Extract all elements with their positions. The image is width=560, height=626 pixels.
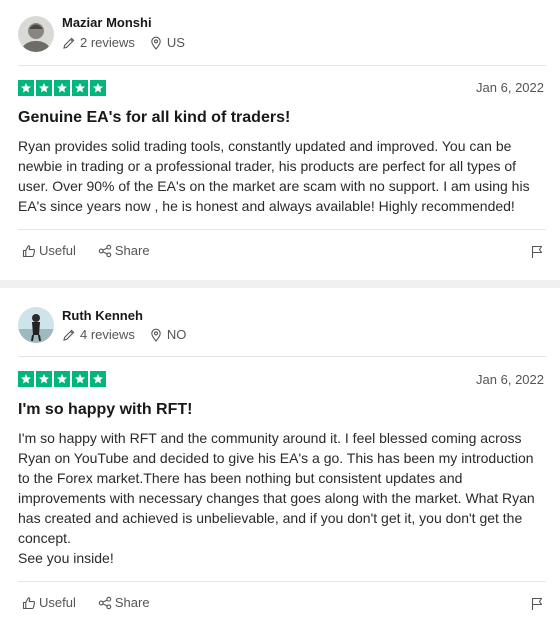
pencil-icon: [62, 328, 76, 342]
flag-icon[interactable]: [530, 597, 544, 611]
star-icon: [36, 371, 52, 387]
review-title[interactable]: I'm so happy with RFT!: [18, 401, 192, 419]
divider: [18, 229, 546, 230]
review-actions: Useful Share: [22, 595, 172, 610]
divider: [18, 356, 546, 357]
star-icon: [90, 80, 106, 96]
useful-label: Useful: [39, 595, 76, 610]
avatar[interactable]: [18, 307, 54, 343]
share-button[interactable]: Share: [98, 243, 150, 258]
review-body: I'm so happy with RFT and the community …: [18, 428, 548, 568]
star-icon: [72, 80, 88, 96]
star-icon: [54, 80, 70, 96]
review-count: 4 reviews: [80, 327, 135, 342]
star-rating: [18, 371, 106, 387]
divider: [18, 65, 546, 66]
review-actions: Useful Share: [22, 243, 172, 258]
pencil-icon: [62, 36, 76, 50]
star-icon: [90, 371, 106, 387]
location-pin-icon: [149, 328, 163, 342]
useful-button[interactable]: Useful: [22, 243, 76, 258]
review-date: Jan 6, 2022: [476, 80, 544, 95]
review-paragraph: Ryan provides solid trading tools, const…: [18, 138, 530, 214]
location-pin-icon: [149, 36, 163, 50]
country-code: NO: [166, 327, 187, 342]
review-separator: [0, 280, 560, 288]
flag-icon[interactable]: [530, 245, 544, 259]
avatar[interactable]: [18, 16, 54, 52]
star-icon: [18, 371, 34, 387]
review-paragraph: See you inside!: [18, 550, 114, 566]
review-card: Maziar Monshi 2 reviews US Jan 6, 2022 G…: [0, 0, 560, 280]
divider: [18, 581, 546, 582]
share-label: Share: [114, 243, 150, 258]
review-title[interactable]: Genuine EA's for all kind of traders!: [18, 109, 290, 127]
share-label: Share: [114, 595, 150, 610]
review-paragraph: I'm so happy with RFT and the community …: [18, 430, 535, 546]
country-code: US: [166, 35, 185, 50]
review-body: Ryan provides solid trading tools, const…: [18, 136, 548, 216]
reviewer-name[interactable]: Ruth Kenneh: [62, 308, 143, 323]
reviewer-meta: 4 reviews NO: [62, 327, 186, 342]
share-icon: [98, 244, 112, 257]
share-icon: [98, 596, 112, 609]
thumbs-up-icon: [22, 596, 36, 609]
star-icon: [54, 371, 70, 387]
review-date: Jan 6, 2022: [476, 372, 544, 387]
useful-button[interactable]: Useful: [22, 595, 76, 610]
star-rating: [18, 80, 106, 96]
star-icon: [36, 80, 52, 96]
share-button[interactable]: Share: [98, 595, 150, 610]
review-count: 2 reviews: [80, 35, 135, 50]
review-card: Ruth Kenneh 4 reviews NO Jan 6, 2022 I'm…: [0, 288, 560, 626]
thumbs-up-icon: [22, 244, 36, 257]
star-icon: [72, 371, 88, 387]
reviewer-name[interactable]: Maziar Monshi: [62, 15, 152, 30]
star-icon: [18, 80, 34, 96]
useful-label: Useful: [39, 243, 76, 258]
reviewer-meta: 2 reviews US: [62, 35, 185, 50]
